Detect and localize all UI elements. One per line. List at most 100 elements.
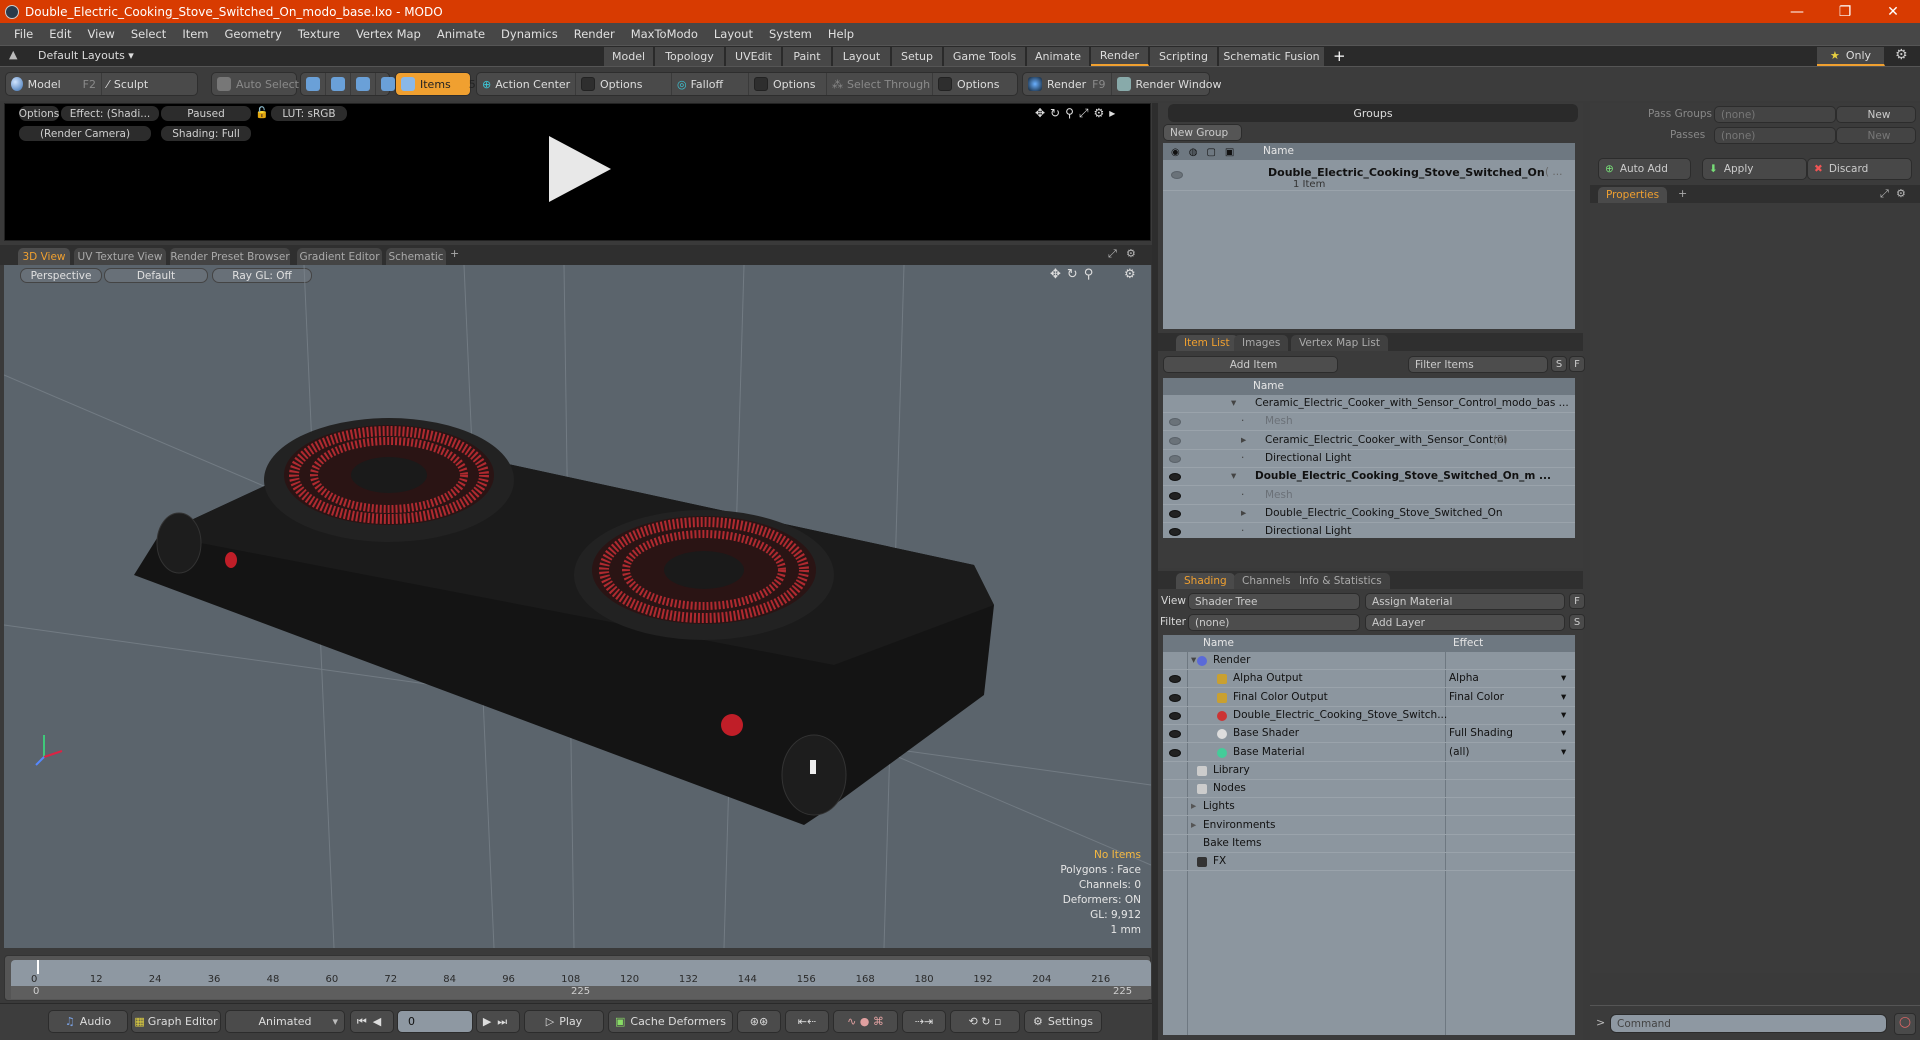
tree-connector-icon[interactable]: ▸ [1241, 434, 1246, 446]
chevron-down-icon[interactable]: ▾ [1561, 672, 1566, 684]
key-nav-buttons[interactable]: ⇤⇠ [785, 1010, 829, 1033]
shader-tree-row[interactable]: ▸ Lights [1163, 798, 1575, 817]
playhead[interactable] [37, 960, 39, 974]
layout-tab-paint[interactable]: Paint [783, 47, 832, 66]
record-macro-icon[interactable]: ○ [1894, 1013, 1916, 1035]
tab-images[interactable]: Images [1234, 335, 1289, 351]
tree-connector-icon[interactable]: · [1241, 452, 1244, 464]
render-button[interactable]: Render F9 [1023, 73, 1112, 95]
sculpt-mode-button[interactable]: ⁄ Sculpt [102, 73, 153, 95]
layout-tab-schematic-fusion[interactable]: Schematic Fusion [1219, 47, 1325, 66]
effect-dropdown[interactable]: Alpha [1449, 672, 1479, 684]
layout-tab-model[interactable]: Model [604, 47, 654, 66]
menu-system[interactable]: System [761, 27, 820, 41]
chevron-down-icon[interactable]: ▾ [1561, 709, 1566, 721]
menu-geometry[interactable]: Geometry [217, 27, 290, 41]
expand-arrow-icon[interactable]: ▾ [1231, 397, 1236, 409]
eye-icon[interactable] [1169, 730, 1181, 739]
select-through-options-button[interactable]: Options [933, 73, 1004, 95]
cache-deformers-button[interactable]: ▣ Cache Deformers [608, 1010, 733, 1033]
chevron-down-icon[interactable]: ▾ [1561, 691, 1566, 703]
gear-icon[interactable]: ⚙ [1896, 187, 1906, 200]
maximize-icon[interactable]: ⤢ [1880, 187, 1889, 201]
frame-input[interactable]: 0 [397, 1010, 473, 1033]
falloff-options-button[interactable]: Options [749, 73, 827, 95]
falloff-button[interactable]: ◎ Falloff [672, 73, 749, 95]
menu-edit[interactable]: Edit [41, 27, 79, 41]
gear-icon[interactable]: ⚙ [1126, 247, 1136, 260]
lut-dropdown[interactable]: LUT: sRGB [271, 106, 347, 121]
eye-icon[interactable] [1169, 675, 1181, 684]
item-list-row[interactable]: ▾ Double_Electric_Cooking_Stove_Switched_… [1163, 468, 1575, 487]
add-layout-tab-button[interactable]: + [1333, 47, 1346, 65]
eye-icon[interactable] [1169, 693, 1181, 702]
select-through-button[interactable]: ⁂ Select Through [827, 73, 933, 95]
tree-connector-icon[interactable]: · [1241, 489, 1244, 501]
tab-gradient-editor[interactable]: Gradient Editor [297, 248, 382, 265]
item-list-row[interactable]: ▸ Ceramic_Electric_Cooker_with_Sensor_Con… [1163, 432, 1575, 450]
menu-vertex-map[interactable]: Vertex Map [348, 27, 429, 41]
menu-texture[interactable]: Texture [290, 27, 348, 41]
new-pass-button[interactable]: New [1836, 127, 1916, 144]
expand-arrow-icon[interactable]: ▸ [1191, 819, 1196, 831]
model-mode-button[interactable]: Model F2 [6, 73, 102, 95]
view-dropdown[interactable]: Shader Tree [1188, 593, 1360, 610]
play-icon[interactable] [545, 134, 615, 204]
effect-dropdown[interactable]: Final Color [1449, 691, 1504, 703]
item-list-row[interactable]: ▾ Ceramic_Electric_Cooker_with_Sensor_Con… [1163, 395, 1575, 413]
tab-properties[interactable]: Properties [1598, 187, 1668, 203]
layout-tab-setup[interactable]: Setup [892, 47, 943, 66]
shader-tree-row[interactable]: Base Material (all) ▾ [1163, 744, 1575, 762]
add-item-dropdown[interactable]: Add Item [1163, 356, 1338, 373]
audio-button[interactable]: ♫ Audio [48, 1010, 128, 1033]
eye-icon[interactable] [1169, 454, 1181, 463]
passes-dropdown[interactable]: (none) [1714, 127, 1836, 144]
group-row[interactable]: Double_Electric_Cooking_Stove_Switched_O… [1163, 161, 1575, 191]
tab-shading[interactable]: Shading [1176, 573, 1235, 589]
layout-tab-topology[interactable]: Topology [655, 47, 725, 66]
default-layouts-dropdown[interactable]: Default Layouts ▾ [38, 49, 134, 62]
new-group-button[interactable]: New Group [1163, 124, 1242, 141]
shader-tree-row[interactable]: ▾ Render [1163, 652, 1575, 670]
s-toggle[interactable]: S [1551, 356, 1567, 372]
render-camera-dropdown[interactable]: (Render Camera) [19, 126, 151, 141]
vertices-mode-button[interactable] [301, 73, 326, 95]
expand-arrow-icon[interactable]: ▾ [1231, 470, 1236, 482]
item-list-row[interactable]: · Mesh [1163, 487, 1575, 505]
expand-arrow-icon[interactable]: ▸ [1191, 800, 1196, 812]
timeline-range[interactable]: 0 225 225 [11, 986, 1151, 999]
gear-icon[interactable]: ⚙ [1895, 47, 1908, 63]
close-button[interactable]: ✕ [1870, 0, 1916, 23]
shader-tree-row[interactable]: Base Shader Full Shading ▾ [1163, 725, 1575, 744]
tab-info-statistics[interactable]: Info & Statistics [1291, 573, 1390, 589]
eye-icon[interactable] [1169, 748, 1181, 757]
layout-tab-layout[interactable]: Layout [833, 47, 891, 66]
action-center-options-button[interactable]: Options [576, 73, 672, 95]
eye-icon[interactable] [1169, 436, 1181, 445]
tree-connector-icon[interactable]: ▸ [1241, 507, 1246, 519]
shader-tree-row[interactable]: Alpha Output Alpha ▾ [1163, 670, 1575, 689]
unlock-icon[interactable]: 🔓 [255, 106, 269, 119]
command-input[interactable]: Command [1610, 1014, 1887, 1033]
f-toggle[interactable]: F [1569, 593, 1585, 609]
eye-icon[interactable] [1169, 491, 1181, 500]
filter-dropdown[interactable]: (none) [1188, 614, 1360, 631]
layout-tab-game-tools[interactable]: Game Tools [944, 47, 1026, 66]
menu-maxtomodo[interactable]: MaxToModo [623, 27, 706, 41]
play-button[interactable]: ▷ Play [524, 1010, 604, 1033]
new-pass-group-button[interactable]: New [1836, 106, 1916, 123]
discard-button[interactable]: ✖ Discard [1807, 158, 1912, 180]
edges-mode-button[interactable] [326, 73, 351, 95]
item-list-row[interactable]: · Directional Light [1163, 450, 1575, 468]
chevron-down-icon[interactable]: ▾ [1561, 746, 1566, 758]
menu-layout[interactable]: Layout [706, 27, 761, 41]
filter-items-input[interactable]: Filter Items [1408, 356, 1548, 373]
polygons-mode-button[interactable] [351, 73, 376, 95]
item-list-row[interactable]: · Directional Light [1163, 523, 1575, 538]
item-list-row[interactable]: · Mesh [1163, 413, 1575, 432]
menu-item[interactable]: Item [174, 27, 216, 41]
graph-editor-button[interactable]: ▦ Graph Editor [131, 1010, 221, 1033]
pass-groups-dropdown[interactable]: (none) [1714, 106, 1836, 123]
effect-dropdown[interactable]: Full Shading [1449, 727, 1513, 739]
tab-uv-texture-view[interactable]: UV Texture View [74, 248, 166, 265]
